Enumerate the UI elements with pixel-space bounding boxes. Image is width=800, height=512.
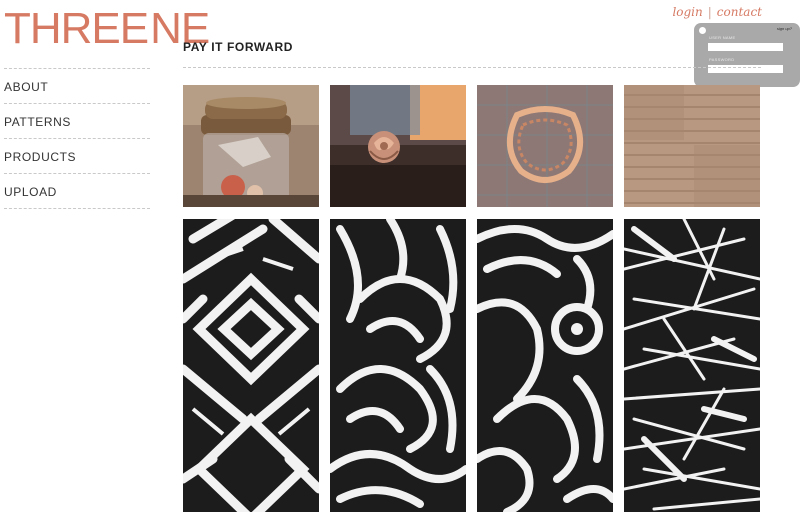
nav-item-upload[interactable]: UPLOAD xyxy=(4,174,150,208)
rose-photo-icon xyxy=(330,85,466,207)
block-print-diamonds-icon xyxy=(183,219,319,512)
block-print-waves-icon xyxy=(477,219,613,512)
username-label: USER NAME xyxy=(709,35,736,40)
rose-photo[interactable] xyxy=(330,85,466,207)
password-label: PASSWORD xyxy=(709,57,735,62)
block-print-swirls[interactable] xyxy=(330,219,466,512)
block-print-diamonds[interactable] xyxy=(183,219,319,512)
necklace-photo[interactable] xyxy=(477,85,613,207)
jar-photo-icon xyxy=(183,85,319,207)
title-divider xyxy=(183,67,761,68)
nav-item-patterns[interactable]: PATTERNS xyxy=(4,104,150,138)
page-title: PAY IT FORWARD xyxy=(183,40,293,54)
nav-item-products[interactable]: PRODUCTS xyxy=(4,139,150,173)
block-print-scratches-icon xyxy=(624,219,760,512)
login-link[interactable]: login xyxy=(672,5,702,19)
block-print-waves[interactable] xyxy=(477,219,613,512)
knit-photo[interactable] xyxy=(624,85,760,207)
necklace-photo-icon xyxy=(477,85,613,207)
signup-link[interactable]: sign up? xyxy=(777,26,792,31)
login-panel: sign up? USER NAME PASSWORD xyxy=(694,23,800,87)
knit-photo-icon xyxy=(624,85,760,207)
username-field[interactable] xyxy=(708,43,783,51)
site-logo[interactable]: THREE to NE xyxy=(4,4,210,53)
sidebar-nav: ABOUT PATTERNS PRODUCTS UPLOAD xyxy=(4,68,150,209)
nav-item-about[interactable]: ABOUT xyxy=(4,69,150,103)
top-links-separator: | xyxy=(707,5,712,19)
block-print-scratches[interactable] xyxy=(624,219,760,512)
close-icon[interactable] xyxy=(699,27,706,34)
contact-link[interactable]: contact xyxy=(717,5,762,19)
nav-divider xyxy=(4,208,150,209)
jar-photo[interactable] xyxy=(183,85,319,207)
block-print-swirls-icon xyxy=(330,219,466,512)
top-links: login | contact xyxy=(672,5,762,19)
logo-text-left: THREE xyxy=(4,4,149,53)
